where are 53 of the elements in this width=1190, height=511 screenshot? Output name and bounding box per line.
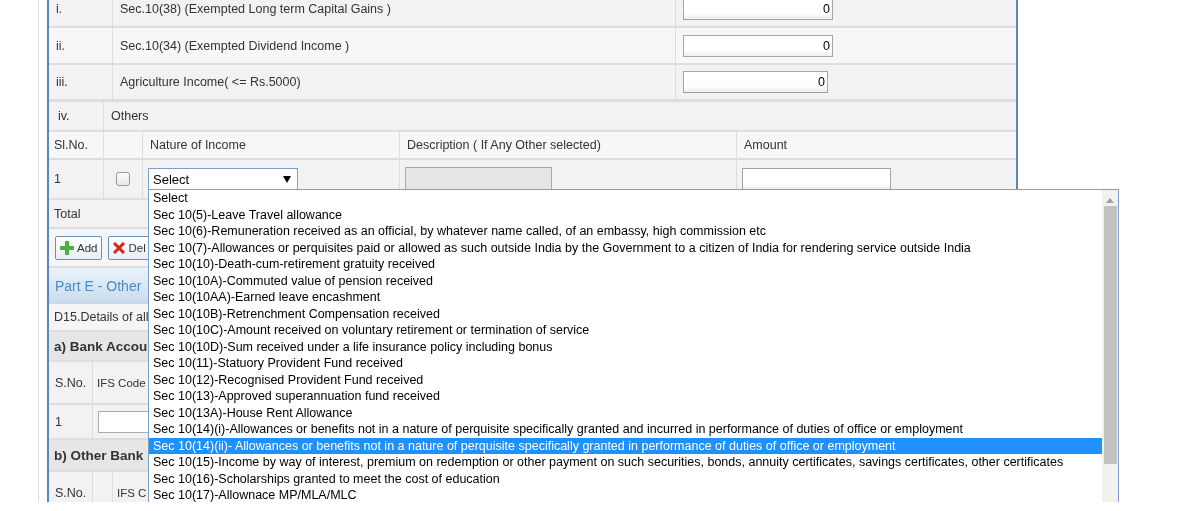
scrollbar-thumb[interactable] — [1103, 206, 1117, 464]
row-number: i. — [56, 1, 63, 16]
section-title: a) Bank Accou — [54, 338, 148, 354]
section-title: Part E - Other — [55, 277, 142, 294]
amount-input[interactable] — [742, 168, 891, 190]
section-label: Others — [111, 109, 149, 123]
column-header: IFS C — [117, 487, 147, 499]
dropdown-option[interactable]: Sec 10(6)-Remuneration received as an official, by whatever name called, of an embassy, high commission etc — [149, 223, 1102, 240]
column-header: Sl.No. — [54, 138, 89, 152]
section-title: b) Other Bank — [54, 447, 144, 463]
column-header: S.No. — [55, 375, 87, 390]
dropdown-option[interactable]: Sec 10(7)-Allowances or perquisites paid or allowed as such outside India by the Government to a citizen of India for rendering service outside India — [149, 239, 1102, 256]
checkbox[interactable] — [116, 172, 130, 186]
scroll-up-icon[interactable] — [1105, 196, 1115, 204]
dropdown-option[interactable]: Sec 10(16)-Scholarships granted to meet the cost of education — [149, 470, 1102, 487]
income-label: Agriculture Income( <= Rs.5000) — [120, 75, 301, 89]
add-button[interactable]: Add — [55, 235, 103, 260]
dropdown-option[interactable]: Sec 10(12)-Recognised Provident Fund received — [149, 371, 1102, 388]
column-header: Description ( If Any Other selected) — [407, 138, 601, 152]
dropdown-option[interactable]: Sec 10(10AA)-Earned leave encashment — [149, 289, 1102, 306]
dropdown-option[interactable]: Sec 10(5)-Leave Travel allowance — [149, 206, 1102, 223]
dropdown-option[interactable]: Sec 10(15)-Income by way of interest, premium on redemption or other payment on such securities, bonds, annuity certificates, savings certificates, other certificates — [149, 454, 1102, 471]
cross-icon — [113, 241, 126, 254]
dropdown-option[interactable]: Select — [149, 190, 1102, 207]
dropdown-option[interactable]: Sec 10(14)(i)-Allowances or benefits not in a nature of perquisite specifically granted and incurred in performance of duties of office or employment — [149, 421, 1102, 438]
dropdown-option[interactable]: Sec 10(11)-Statuory Provident Fund received — [149, 355, 1102, 372]
row-number: 1 — [54, 172, 61, 186]
column-header: Nature of Income — [150, 138, 246, 152]
column-header: IFS Code — [97, 376, 146, 389]
caret-icon — [283, 175, 291, 183]
row-number: iii. — [56, 75, 68, 89]
plus-icon — [60, 240, 74, 255]
delete-button[interactable]: Del — [108, 235, 151, 260]
dropdown-option[interactable]: Sec 10(13A)-House Rent Allowance — [149, 404, 1102, 421]
dropdown-option[interactable]: Sec 10(10C)-Amount received on voluntary retirement or termination of service — [149, 322, 1102, 339]
row-number: iv. — [58, 109, 70, 123]
row-number: ii. — [56, 38, 66, 53]
column-header: Amount — [744, 138, 788, 152]
income-label: Sec.10(34) (Exempted Dividend Income ) — [120, 38, 350, 53]
dropdown-option[interactable]: Sec 10(10A)-Commuted value of pension received — [149, 272, 1102, 289]
total-label: Total — [54, 206, 81, 221]
dropdown-option[interactable]: Sec 10(10B)-Retrenchment Compensation received — [149, 305, 1102, 322]
dropdown-option[interactable]: Sec 10(17)-Allownace MP/MLA/MLC — [149, 487, 1102, 502]
dropdown-option[interactable]: Sec 10(13)-Approved superannuation fund received — [149, 388, 1102, 405]
amount-input[interactable]: 0 — [683, 0, 833, 20]
section-description: D15.Details of all — [54, 310, 149, 324]
amount-input[interactable]: 0 — [683, 34, 833, 57]
dropdown-option[interactable]: Sec 10(10D)-Sum received under a life insurance policy including bonus — [149, 338, 1102, 355]
income-label: Sec.10(38) (Exempted Long term Capital Gains ) — [120, 1, 391, 16]
amount-input[interactable]: 0 — [683, 71, 828, 93]
dropdown-option[interactable]: Sec 10(10)-Death-cum-retirement gratuity received — [149, 256, 1102, 273]
row-number: 1 — [55, 414, 62, 429]
column-header: S.No. — [55, 486, 87, 500]
